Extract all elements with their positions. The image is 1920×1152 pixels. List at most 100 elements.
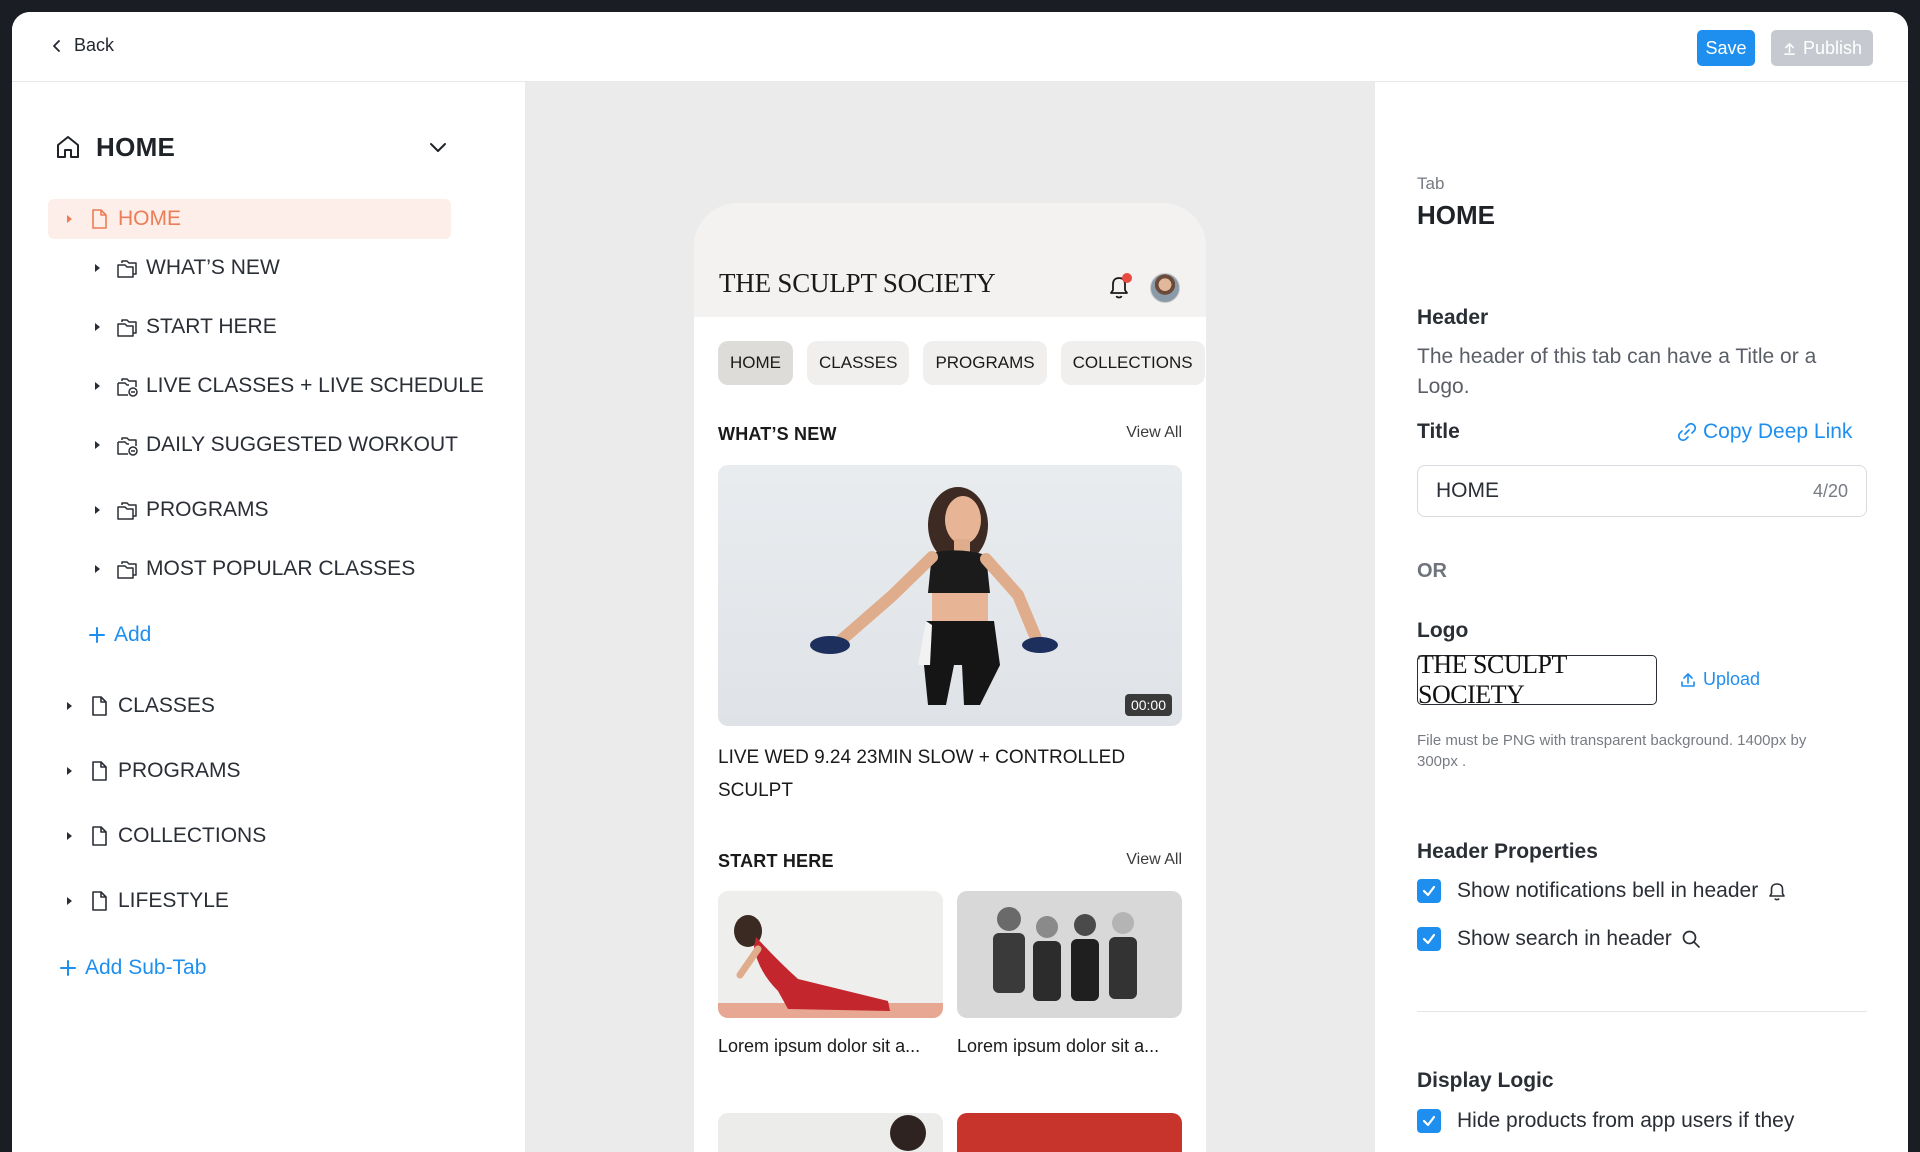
- copy-deep-link-label: Copy Deep Link: [1703, 420, 1853, 443]
- sidebar-item-label: PROGRAMS: [146, 498, 269, 521]
- caret-right-icon[interactable]: [92, 564, 102, 574]
- sidebar-item-label: DAILY SUGGESTED WORKOUT: [146, 433, 458, 456]
- preview-tabs: HOME CLASSES PROGRAMS COLLECTIONS: [718, 341, 1205, 385]
- caret-right-icon[interactable]: [64, 701, 74, 711]
- caret-right-icon[interactable]: [92, 381, 102, 391]
- add-sub-tab-label: Add Sub-Tab: [85, 956, 207, 979]
- plus-icon: [89, 627, 105, 643]
- card-thumbnail: [718, 1113, 943, 1152]
- show-bell-checkbox[interactable]: [1417, 879, 1441, 903]
- settings-panel: Tab HOME Header The header of this tab c…: [1375, 82, 1908, 1152]
- upload-logo-button[interactable]: Upload: [1679, 669, 1760, 690]
- sidebar-item-home[interactable]: HOME: [48, 199, 451, 239]
- card-caption: Lorem ipsum dolor sit a...: [957, 1036, 1160, 1056]
- link-icon: [1677, 422, 1697, 442]
- show-search-option[interactable]: Show search in header: [1417, 927, 1702, 951]
- partial-photo-image: [890, 1115, 926, 1151]
- logo-label: Logo: [1417, 619, 1469, 642]
- sidebar-item-whats-new[interactable]: WHAT’S NEW: [92, 248, 280, 288]
- sidebar-item-label: START HERE: [146, 315, 277, 338]
- section-divider: [1417, 1011, 1867, 1012]
- checkmark-icon: [1422, 885, 1436, 897]
- sidebar-item-start-here[interactable]: START HERE: [92, 307, 277, 347]
- card-thumbnail: [957, 1113, 1182, 1152]
- sidebar-item-label: COLLECTIONS: [118, 824, 267, 847]
- or-separator: OR: [1417, 560, 1447, 582]
- dynamic-folder-icon: [117, 437, 138, 456]
- caret-right-icon[interactable]: [92, 440, 102, 450]
- checkmark-icon: [1422, 1115, 1436, 1127]
- title-input[interactable]: HOME 4/20: [1417, 465, 1867, 517]
- card-thumbnail: [957, 891, 1182, 1018]
- sidebar-item-label: MOST POPULAR CLASSES: [146, 557, 416, 580]
- sidebar-item-label: PROGRAMS: [118, 759, 241, 782]
- sidebar-item-daily-workout[interactable]: DAILY SUGGESTED WORKOUT: [92, 425, 458, 465]
- logo-hint: File must be PNG with transparent backgr…: [1417, 732, 1807, 770]
- home-icon: [57, 136, 79, 158]
- hide-products-checkbox[interactable]: [1417, 1109, 1441, 1133]
- sidebar-item-label: CLASSES: [118, 694, 215, 717]
- group-photo-image: [993, 907, 1137, 1001]
- plus-icon: [60, 960, 76, 976]
- view-all-link: View All: [1126, 851, 1182, 868]
- add-item-label: Add: [114, 623, 152, 646]
- preview-tab-home: HOME: [718, 341, 793, 385]
- sidebar-item-most-popular[interactable]: MOST POPULAR CLASSES: [92, 549, 415, 589]
- sidebar-item-live-classes[interactable]: LIVE CLASSES + LIVE SCHEDULE: [92, 366, 484, 406]
- copy-deep-link-button[interactable]: Copy Deep Link: [1677, 420, 1852, 444]
- caret-right-icon[interactable]: [64, 766, 74, 776]
- page-icon: [92, 209, 107, 229]
- save-button[interactable]: Save: [1697, 30, 1755, 66]
- caret-right-icon[interactable]: [92, 505, 102, 515]
- sidebar-item-programs-folder[interactable]: PROGRAMS: [92, 490, 269, 530]
- page-icon: [92, 761, 107, 781]
- logo-preview: THE SCULPT SOCIETY: [1417, 650, 1657, 709]
- search-icon: [1682, 930, 1700, 948]
- show-bell-option[interactable]: Show notifications bell in header: [1417, 879, 1788, 903]
- upload-icon: [1784, 42, 1795, 55]
- page-icon: [92, 891, 107, 911]
- hero-video-thumbnail: 00:00: [718, 465, 1182, 726]
- woman-with-weights-image: [810, 487, 1058, 705]
- bell-icon: [1769, 883, 1786, 901]
- character-counter: 4/20: [1812, 480, 1848, 501]
- hide-products-label: Hide products from app users if they: [1457, 1109, 1795, 1132]
- back-button[interactable]: Back: [50, 35, 114, 56]
- caret-right-icon[interactable]: [64, 214, 74, 224]
- show-search-label: Show search in header: [1457, 927, 1672, 950]
- header-properties-heading: Header Properties: [1417, 840, 1598, 863]
- folder-icon: [117, 561, 137, 579]
- caret-right-icon[interactable]: [92, 322, 102, 332]
- tab-selector[interactable]: HOME: [54, 127, 454, 167]
- sidebar-item-label: WHAT’S NEW: [146, 256, 280, 279]
- sidebar-item-programs[interactable]: PROGRAMS: [64, 751, 241, 791]
- avatar: [1150, 273, 1180, 303]
- hero-caption: LIVE WED 9.24 23MIN SLOW + CONTROLLED SC…: [718, 747, 1126, 801]
- upload-label: Upload: [1703, 669, 1761, 689]
- brand-title: THE SCULPT SOCIETY: [719, 268, 996, 298]
- caret-right-icon[interactable]: [64, 831, 74, 841]
- caret-right-icon[interactable]: [64, 896, 74, 906]
- page-icon: [92, 696, 107, 716]
- add-item-button[interactable]: Add: [88, 623, 151, 647]
- show-search-checkbox[interactable]: [1417, 927, 1441, 951]
- panel-title: HOME: [1417, 200, 1495, 230]
- card-thumbnail: [718, 891, 943, 1018]
- page-icon: [92, 826, 107, 846]
- sidebar-item-lifestyle[interactable]: LIFESTYLE: [64, 881, 229, 921]
- hide-products-option[interactable]: Hide products from app users if they: [1417, 1109, 1794, 1133]
- sidebar-item-classes[interactable]: CLASSES: [64, 686, 215, 726]
- add-sub-tab-button[interactable]: Add Sub-Tab: [59, 956, 206, 980]
- notification-dot: [1122, 273, 1132, 283]
- sidebar-item-collections[interactable]: COLLECTIONS: [64, 816, 266, 856]
- card-caption: Lorem ipsum dolor sit a...: [718, 1036, 921, 1056]
- display-logic-heading: Display Logic: [1417, 1069, 1554, 1092]
- preview-tab-programs: PROGRAMS: [923, 341, 1047, 385]
- app-window: Back Save Publish HOME HOME WHAT’S NEW S: [12, 12, 1908, 1152]
- publish-button[interactable]: Publish: [1771, 30, 1873, 66]
- header-heading: Header: [1417, 306, 1489, 329]
- caret-right-icon[interactable]: [92, 263, 102, 273]
- duration-badge: 00:00: [1124, 694, 1172, 716]
- top-bar: Back Save Publish: [12, 12, 1908, 82]
- chevron-down-icon[interactable]: [427, 136, 449, 158]
